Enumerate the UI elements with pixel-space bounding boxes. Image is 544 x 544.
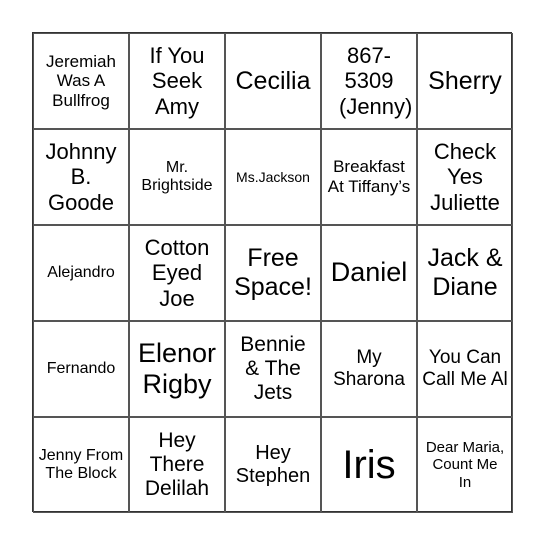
bingo-cell-text: Johnny B. Goode [45, 139, 117, 215]
bingo-cell[interactable]: Fernando [33, 321, 129, 417]
bingo-cell-text: Jack & Diane [427, 244, 503, 301]
bingo-cell[interactable]: Hey There Delilah [129, 417, 225, 513]
bingo-cell-text: Cotton Eyed Joe [144, 235, 210, 311]
bingo-cell-text: You Can Call Me Al [422, 347, 508, 390]
bingo-cell-text: Elenor Rigby [137, 337, 217, 399]
bingo-cell[interactable]: Alejandro [33, 225, 129, 321]
bingo-cell-text: Mr. Brightside [141, 158, 213, 194]
bingo-cell-text: Sherry [428, 66, 502, 95]
bingo-cell[interactable]: Mr. Brightside [129, 129, 225, 225]
bingo-cell[interactable]: Jack & Diane [417, 225, 513, 321]
bingo-cell[interactable]: Free Space! [225, 225, 321, 321]
bingo-cell[interactable]: Johnny B. Goode [33, 129, 129, 225]
bingo-cell[interactable]: Daniel [321, 225, 417, 321]
bingo-cell[interactable]: Jenny From The Block [33, 417, 129, 513]
bingo-cell-text: Bennie & The Jets [240, 332, 306, 405]
bingo-cell[interactable]: Breakfast At Tiffany’s [321, 129, 417, 225]
bingo-cell[interactable]: Hey Stephen [225, 417, 321, 513]
bingo-cell-text: Check Yes Juliette [430, 139, 500, 215]
bingo-cell-text: Jeremiah Was A Bullfrog [46, 51, 116, 110]
bingo-cell[interactable]: If You Seek Amy [129, 33, 225, 129]
bingo-cell[interactable]: Elenor Rigby [129, 321, 225, 417]
bingo-cell-text: Daniel [330, 257, 408, 288]
bingo-cell[interactable]: 867-5309 (Jenny) [321, 33, 417, 129]
bingo-cell-text: Cecilia [235, 66, 311, 95]
bingo-cell[interactable]: My Sharona [321, 321, 417, 417]
bingo-cell-text: If You Seek Amy [149, 43, 205, 119]
bingo-cell[interactable]: Check Yes Juliette [417, 129, 513, 225]
bingo-cell-text: Fernando [46, 359, 116, 377]
bingo-cell-text: Breakfast At Tiffany’s [327, 157, 411, 196]
bingo-cell-text: Jenny From The Block [38, 446, 124, 482]
bingo-cell-text: My Sharona [333, 347, 405, 390]
bingo-card: Jeremiah Was A Bullfrog If You Seek Amy Ce… [32, 32, 513, 513]
bingo-cell[interactable]: Cotton Eyed Joe [129, 225, 225, 321]
bingo-cell[interactable]: Iris [321, 417, 417, 513]
bingo-cell[interactable]: Ms.Jackson [225, 129, 321, 225]
bingo-cell[interactable]: Dear Maria, Count Me In [417, 417, 513, 513]
bingo-cell[interactable]: You Can Call Me Al [417, 321, 513, 417]
bingo-cell-text: Dear Maria, Count Me In [425, 439, 505, 491]
bingo-cell-text: Hey Stephen [235, 442, 311, 487]
bingo-cell-text: Iris [342, 443, 396, 487]
bingo-cell-text: Free Space! [234, 244, 312, 301]
bingo-cell-text: Ms.Jackson [236, 168, 310, 185]
bingo-cell-text: Hey There Delilah [144, 428, 210, 501]
bingo-cell[interactable]: Jeremiah Was A Bullfrog [33, 33, 129, 129]
bingo-cell[interactable]: Cecilia [225, 33, 321, 129]
bingo-cell[interactable]: Bennie & The Jets [225, 321, 321, 417]
bingo-cell-text: Alejandro [47, 263, 115, 281]
bingo-cell[interactable]: Sherry [417, 33, 513, 129]
bingo-cell-text: 867-5309 (Jenny) [339, 43, 413, 119]
